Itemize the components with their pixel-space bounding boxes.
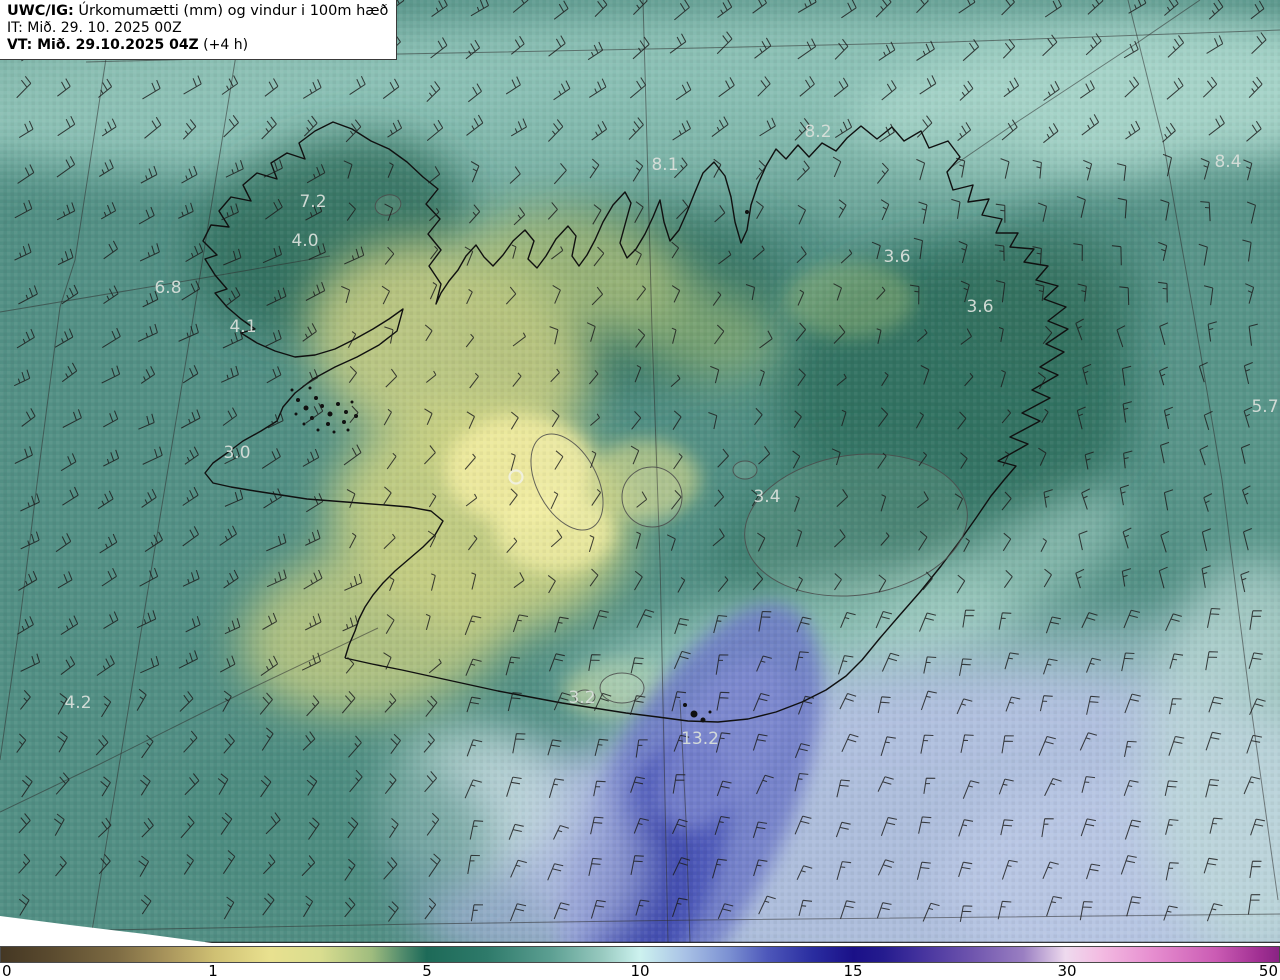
forecast-map-area: 7.2 4.0 6.8 4.1 3.0 8.1 8.2 3.6 3.6 8.4 5.7 3.4 4.2 3… bbox=[0, 0, 1280, 943]
colorbar-strip: 0 1 5 10 15 30 50 bbox=[0, 943, 1280, 980]
precip-value-label: 4.0 bbox=[291, 231, 318, 251]
precip-value-label: 4.2 bbox=[64, 693, 91, 713]
title-box: UWC/IG: Úrkomumætti (mm) og vindur i 100… bbox=[0, 0, 398, 60]
precip-value-label: 3.0 bbox=[223, 443, 250, 463]
title-line-product: UWC/IG: Úrkomumætti (mm) og vindur i 100… bbox=[7, 3, 388, 20]
colorbar-tick-50: 50 bbox=[1258, 962, 1278, 980]
product-desc: Úrkomumætti (mm) og vindur i 100m hæð bbox=[73, 3, 389, 19]
precip-value-label: 8.2 bbox=[804, 122, 831, 142]
colorbar-tick-5: 5 bbox=[422, 962, 432, 980]
forecast-map: 7.2 4.0 6.8 4.1 3.0 8.1 8.2 3.6 3.6 8.4 5.7 3.4 4.2 3… bbox=[0, 0, 1280, 943]
precip-value-label: 7.2 bbox=[299, 192, 326, 212]
product-id: UWC/IG: bbox=[7, 3, 74, 19]
colorbar-tick-0: 0 bbox=[2, 962, 12, 980]
precip-value-label: 4.1 bbox=[229, 317, 256, 337]
colorbar-tick-1: 1 bbox=[208, 962, 218, 980]
lead-time: (+4 h) bbox=[198, 37, 249, 53]
colorbar-tick-10: 10 bbox=[630, 962, 650, 980]
precip-value-label: 3.2 bbox=[568, 688, 595, 708]
colorbar-tick-15: 15 bbox=[843, 962, 863, 980]
title-line-valid-time: VT: Mið. 29.10.2025 04Z (+4 h) bbox=[7, 37, 388, 54]
precip-value-label: 5.7 bbox=[1251, 397, 1278, 417]
precip-colorbar bbox=[0, 946, 1280, 963]
valid-time: VT: Mið. 29.10.2025 04Z bbox=[7, 37, 199, 53]
weather-forecast-page: { "title_box": { "line1_label": "UWC/IG:… bbox=[0, 0, 1280, 980]
precip-value-label: 3.6 bbox=[883, 247, 910, 267]
precip-value-label: 3.4 bbox=[753, 487, 780, 507]
precip-value-label: 13.2 bbox=[681, 729, 719, 749]
title-line-init-time: IT: Mið. 29. 10. 2025 00Z bbox=[7, 20, 182, 36]
colorbar-tick-30: 30 bbox=[1057, 962, 1077, 980]
precip-value-label: 8.1 bbox=[651, 155, 678, 175]
precip-value-label: 3.6 bbox=[966, 297, 993, 317]
precip-value-label: 6.8 bbox=[154, 278, 181, 298]
precip-value-label: 8.4 bbox=[1214, 152, 1241, 172]
